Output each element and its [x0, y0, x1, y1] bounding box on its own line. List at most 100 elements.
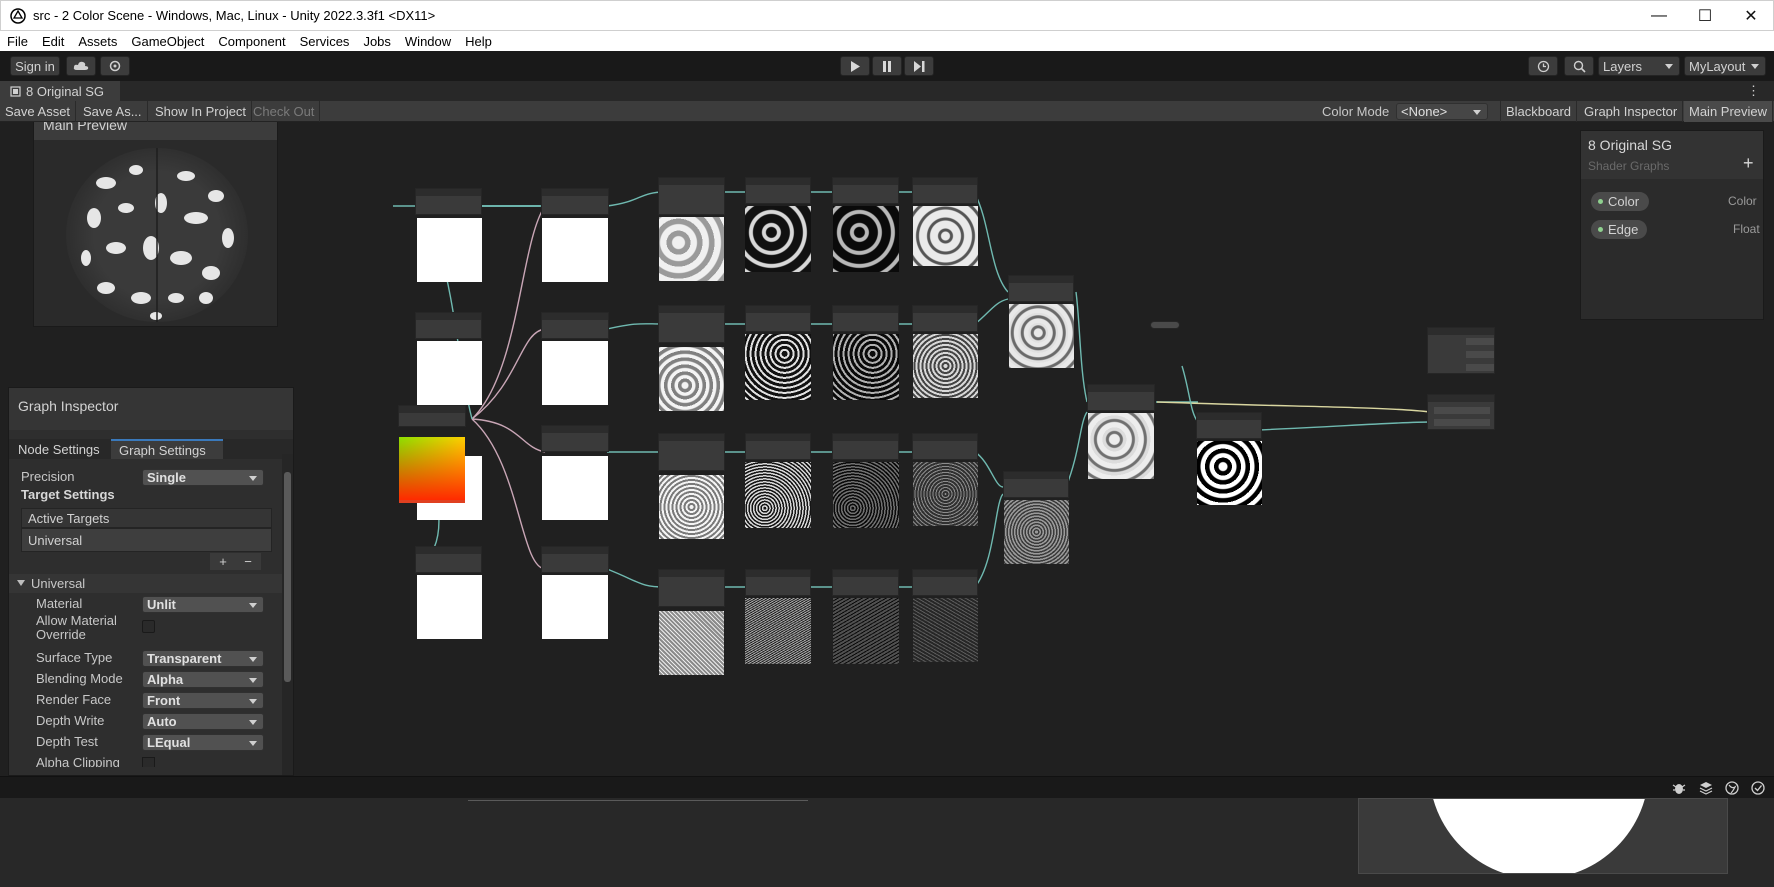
- scrollbar-thumb[interactable]: [284, 472, 291, 682]
- menu-jobs[interactable]: Jobs: [356, 34, 397, 49]
- show-in-project-button[interactable]: Show In Project: [150, 101, 253, 122]
- render-face-dropdown[interactable]: Front: [142, 692, 264, 709]
- main-preview-toggle[interactable]: Main Preview: [1684, 101, 1774, 122]
- bug-icon[interactable]: [1672, 781, 1686, 795]
- multiply-node[interactable]: [832, 177, 899, 204]
- chevron-down-icon: [249, 699, 257, 704]
- menu-assets[interactable]: Assets: [71, 34, 124, 49]
- abs-node[interactable]: [745, 305, 811, 332]
- layout-dropdown[interactable]: MyLayout: [1684, 56, 1766, 76]
- save-asset-button[interactable]: Save Asset: [0, 101, 77, 122]
- absolute-node[interactable]: [912, 305, 978, 332]
- abs-node[interactable]: [745, 177, 811, 204]
- check-out-button[interactable]: Check Out: [248, 101, 321, 122]
- tab-node-settings[interactable]: Node Settings: [9, 439, 111, 459]
- gradient-noise-node[interactable]: [658, 569, 725, 607]
- menu-window[interactable]: Window: [398, 34, 458, 49]
- gradient-noise-node[interactable]: [658, 305, 725, 343]
- fragment-context[interactable]: [1427, 394, 1495, 430]
- graph-node[interactable]: [541, 546, 609, 573]
- window-titlebar: src - 2 Color Scene - Windows, Mac, Linu…: [0, 0, 1774, 31]
- minimize-button[interactable]: —: [1636, 1, 1682, 31]
- chevron-down-icon: [249, 476, 257, 481]
- inspector-scrollbar[interactable]: [282, 454, 293, 775]
- depth-write-dropdown[interactable]: Auto: [142, 713, 264, 730]
- menu-component[interactable]: Component: [211, 34, 292, 49]
- menu-file[interactable]: File: [0, 34, 35, 49]
- foldout-arrow-icon[interactable]: [17, 580, 25, 586]
- game-view-thumbnail[interactable]: [1358, 798, 1728, 874]
- add-property-button[interactable]: +: [1743, 153, 1754, 174]
- add-node[interactable]: [1008, 275, 1074, 302]
- alpha-clipping-checkbox[interactable]: [142, 757, 155, 767]
- more-options-icon[interactable]: ⋮: [1747, 83, 1760, 99]
- precision-dropdown[interactable]: Single: [142, 469, 264, 486]
- allow-override-checkbox[interactable]: [142, 620, 155, 633]
- graph-node[interactable]: [415, 312, 482, 339]
- pause-button[interactable]: [872, 56, 902, 76]
- color-mode-value: <None>: [1401, 104, 1448, 119]
- absolute-node[interactable]: [912, 177, 978, 204]
- graph-inspector-toggle[interactable]: Graph Inspector: [1579, 101, 1684, 122]
- property-pill-edge[interactable]: Edge: [1591, 220, 1647, 239]
- gradient-noise-node[interactable]: [658, 433, 725, 471]
- target-item-universal[interactable]: Universal: [21, 528, 272, 552]
- history-button[interactable]: [1528, 56, 1558, 76]
- maximize-button[interactable]: ☐: [1682, 1, 1728, 31]
- abs-node[interactable]: [745, 433, 811, 460]
- vertex-context[interactable]: [1427, 327, 1495, 374]
- tab-graph-settings[interactable]: Graph Settings: [111, 439, 223, 459]
- menu-edit[interactable]: Edit: [35, 34, 71, 49]
- vertex-tangent-port[interactable]: [1466, 364, 1494, 371]
- blending-mode-dropdown[interactable]: Alpha: [142, 671, 264, 688]
- graph-canvas[interactable]: Main Preview 8 Original SG Shader Graphs…: [0, 122, 1774, 776]
- tab-shader-graph[interactable]: 8 Original SG: [0, 81, 120, 101]
- edge-property-node[interactable]: [1150, 321, 1180, 329]
- abs-node[interactable]: [745, 569, 811, 596]
- save-as-button[interactable]: Save As...: [78, 101, 148, 122]
- material-dropdown[interactable]: Unlit: [142, 596, 264, 613]
- absolute-node[interactable]: [912, 569, 978, 596]
- depth-test-dropdown[interactable]: LEqual: [142, 734, 264, 751]
- graph-node[interactable]: [415, 188, 482, 215]
- blackboard-toggle[interactable]: Blackboard: [1500, 101, 1578, 122]
- menu-services[interactable]: Services: [293, 34, 357, 49]
- surface-type-dropdown[interactable]: Transparent: [142, 650, 264, 667]
- add-target-button[interactable]: +: [210, 553, 236, 570]
- absolute-node[interactable]: [912, 433, 978, 460]
- property-pill-color[interactable]: Color: [1591, 192, 1649, 211]
- fragment-alpha-port[interactable]: [1434, 419, 1490, 426]
- graph-node[interactable]: [541, 425, 609, 452]
- close-button[interactable]: ✕: [1728, 1, 1774, 31]
- add-node[interactable]: [1003, 471, 1069, 498]
- multiply-node[interactable]: [832, 433, 899, 460]
- graph-node[interactable]: [541, 312, 609, 339]
- layers-dropdown[interactable]: Layers: [1598, 56, 1680, 76]
- color-node[interactable]: [398, 405, 466, 427]
- play-button[interactable]: [840, 56, 870, 76]
- menu-help[interactable]: Help: [458, 34, 499, 49]
- preview-sphere[interactable]: [66, 148, 248, 322]
- multiply-node[interactable]: [832, 569, 899, 596]
- graph-node[interactable]: [415, 546, 482, 573]
- gradient-noise-node[interactable]: [658, 177, 725, 215]
- multiply-node[interactable]: [832, 305, 899, 332]
- graph-node[interactable]: [541, 188, 609, 215]
- vertex-normal-port[interactable]: [1466, 351, 1494, 358]
- menu-gameobject[interactable]: GameObject: [124, 34, 211, 49]
- layers-icon[interactable]: [1699, 781, 1713, 795]
- step-node[interactable]: [1196, 412, 1262, 439]
- collab-button[interactable]: [100, 56, 130, 76]
- add-node[interactable]: [1087, 384, 1155, 411]
- check-icon[interactable]: [1751, 781, 1765, 795]
- unity-logo-icon: [10, 8, 26, 24]
- sign-in-button[interactable]: Sign in: [10, 56, 60, 76]
- fragment-base-color-port[interactable]: [1434, 407, 1490, 414]
- color-mode-dropdown[interactable]: <None>: [1396, 103, 1488, 120]
- vertex-position-port[interactable]: [1466, 338, 1494, 345]
- search-button[interactable]: [1564, 56, 1594, 76]
- step-button[interactable]: [904, 56, 934, 76]
- remove-target-button[interactable]: −: [235, 553, 261, 570]
- cloud-button[interactable]: [66, 56, 96, 76]
- globe-icon[interactable]: [1725, 781, 1739, 795]
